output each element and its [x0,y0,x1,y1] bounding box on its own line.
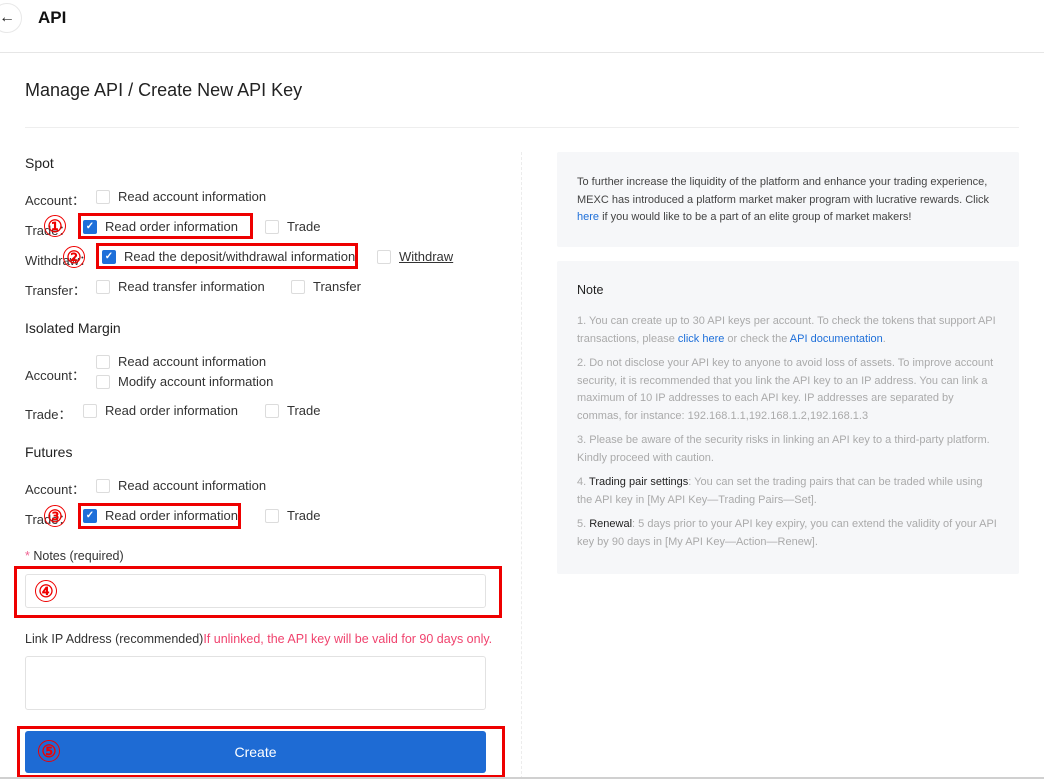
section-title-spot: Spot [25,155,54,171]
futures-account-read-checkbox[interactable]: Read account information [96,478,266,493]
checkbox-box[interactable] [83,403,97,418]
checkbox-box[interactable] [96,279,110,294]
checkbox-label: Read account information [118,189,267,204]
checkbox-label: Read account information [118,354,267,369]
notes-label-text: Notes (required) [33,549,124,563]
ip-warning: If unlinked, the API key will be valid f… [203,632,493,646]
ip-label: Link IP Address (recommended)If unlinked… [25,632,492,646]
margin-account-modify-checkbox[interactable]: Modify account information [96,374,273,389]
section-title-futures: Futures [25,444,73,460]
note-title: Note [577,283,604,297]
note-text: 4. [577,476,590,488]
checkbox-box[interactable] [377,249,391,264]
futures-trade-trade-checkbox[interactable]: Trade [265,508,320,523]
annotation-box-1 [78,213,253,239]
note-text: or check the [724,332,790,345]
ip-label-text: Link IP Address (recommended) [25,632,204,646]
spot-trade-trade-checkbox[interactable]: Trade [265,219,320,234]
api-documentation-link[interactable]: API documentation [790,333,883,345]
note-text: : 5 days prior to your API key expiry, y… [577,518,997,548]
checkbox-label: Read account information [118,478,267,493]
checkbox-label: Read order information [105,403,238,418]
top-bar: ← API [0,0,1044,53]
ip-address-input[interactable] [25,656,486,710]
note-bold: Trading pair settings [589,476,689,488]
app-title: API [38,8,67,27]
note-text: . [882,332,886,345]
annotation-marker-3: ③ [44,505,66,527]
back-button[interactable]: ← [0,3,22,33]
checkbox-box[interactable] [96,478,110,493]
spot-account-read-checkbox[interactable]: Read account information [96,189,266,204]
checkbox-label[interactable]: Withdraw [399,249,453,264]
checkbox-box[interactable] [96,354,110,369]
checkbox-label: Trade [287,403,321,418]
checkbox-label: Trade [287,508,321,523]
annotation-marker-4: ④ [35,580,57,602]
notes-label: * Notes (required) [25,549,124,563]
margin-trade-trade-checkbox[interactable]: Trade [265,403,320,418]
arrow-left-icon: ← [0,9,15,26]
annotation-marker-1: ① [44,215,66,237]
note-panel: Note 1. You can create up to 30 API keys… [557,261,1019,574]
note-item-2: 2. Do not disclose your API key to anyon… [577,357,994,422]
note-bold: Renewal [589,518,633,530]
spot-transfer-label: Transfer： [25,283,86,298]
note-item-5: 5. Renewal: 5 days prior to your API key… [577,516,999,551]
divider [25,127,1019,128]
margin-trade-label: Trade： [25,407,72,422]
column-divider [521,152,522,779]
checkbox-label: Transfer [313,279,361,294]
annotation-marker-5: ⑤ [38,740,60,762]
promo-text-end: if you would like to be a part of an eli… [599,211,912,223]
annotation-marker-2: ② [63,246,85,268]
promo-text: To further increase the liquidity of the… [577,176,990,206]
annotation-box-5 [17,726,505,778]
promo-here-link[interactable]: here [577,211,599,223]
checkbox-box[interactable] [96,189,110,204]
checkbox-box[interactable] [265,403,279,418]
spot-transfer-read-checkbox[interactable]: Read transfer information [96,279,265,294]
spot-withdraw-withdraw-checkbox[interactable]: Withdraw [377,249,453,264]
checkbox-label: Modify account information [118,374,274,389]
futures-account-label: Account： [25,482,85,497]
annotation-box-3 [78,503,241,529]
required-star: * [25,549,30,563]
margin-trade-read-checkbox[interactable]: Read order information [83,403,238,418]
checkbox-label: Trade [287,219,321,234]
checkbox-box[interactable] [265,508,279,523]
click-here-link[interactable]: click here [678,333,724,345]
checkbox-box[interactable] [265,219,279,234]
spot-transfer-transfer-checkbox[interactable]: Transfer [291,279,361,294]
note-item-4: 4. Trading pair settings: You can set th… [577,474,999,509]
annotation-box-4 [14,566,502,618]
note-item-1: 1. You can create up to 30 API keys per … [577,313,999,348]
margin-account-label: Account： [25,368,85,383]
section-title-isolated-margin: Isolated Margin [25,320,121,336]
breadcrumb: Manage API / Create New API Key [25,80,303,100]
checkbox-box[interactable] [291,279,305,294]
margin-account-read-checkbox[interactable]: Read account information [96,354,266,369]
market-maker-promo: To further increase the liquidity of the… [557,152,1019,247]
annotation-box-2 [96,243,358,269]
checkbox-box[interactable] [96,374,110,389]
note-item-3: 3. Please be aware of the security risks… [577,434,990,464]
note-text: 5. [577,518,590,530]
checkbox-label: Read transfer information [118,279,265,294]
spot-account-label: Account： [25,193,85,208]
